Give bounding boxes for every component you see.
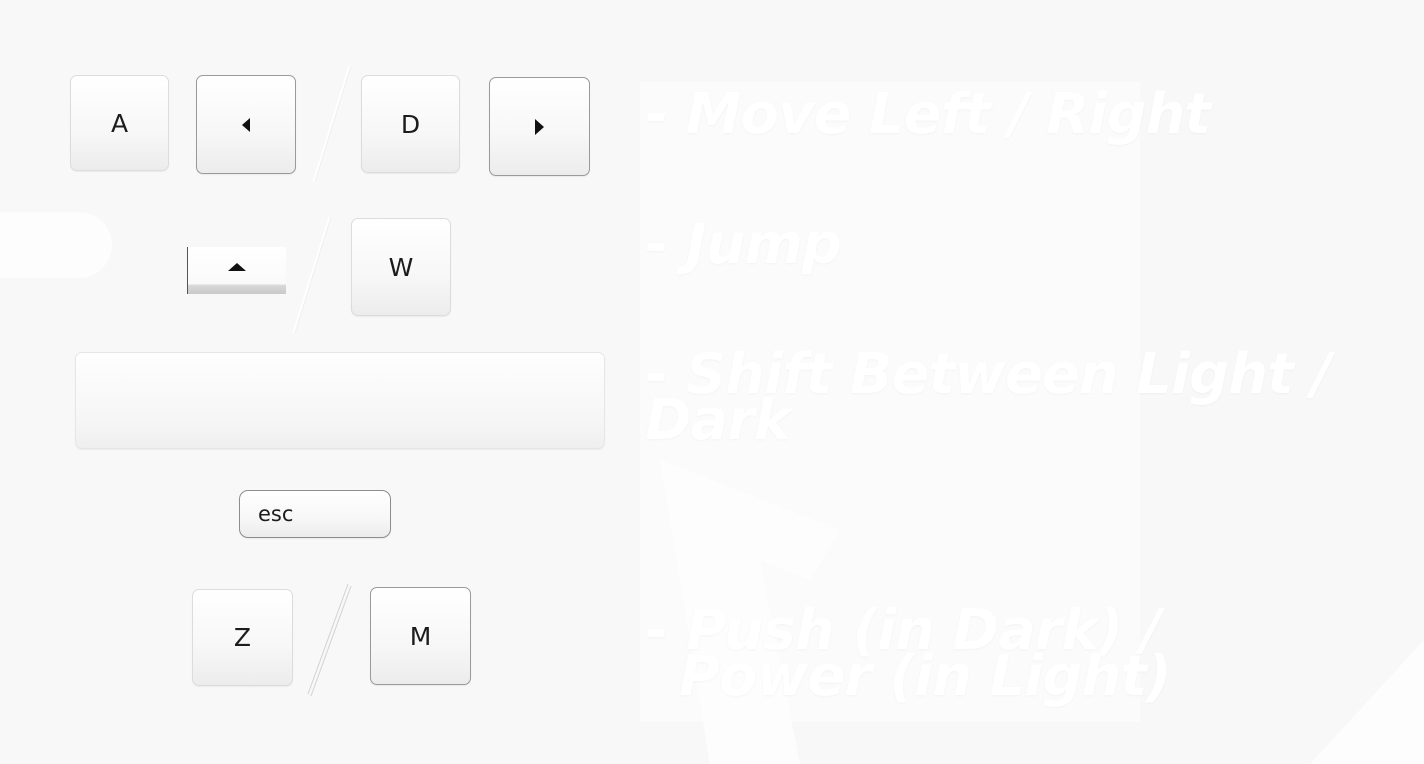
key-z[interactable]: Z (192, 589, 293, 686)
slash-icon (312, 65, 352, 183)
key-m-label: M (409, 621, 432, 651)
key-z-label: Z (233, 623, 252, 652)
key-right-arrow[interactable] (489, 77, 590, 176)
up-arrow-icon (228, 262, 246, 271)
description-move: - Move Left / Right (645, 87, 1211, 143)
slash-icon (292, 216, 332, 334)
description-action-line-2: Power (in Light) (679, 644, 1172, 709)
right-arrow-icon (535, 118, 544, 135)
key-up-arrow[interactable] (187, 247, 286, 294)
key-esc[interactable]: esc (239, 490, 391, 538)
slash-icon (307, 583, 352, 697)
key-d-label: D (400, 109, 421, 139)
description-action: - Push (in Dark) / Power (in Light) (645, 603, 1172, 709)
key-w[interactable]: W (351, 218, 451, 316)
description-jump: - Jump (645, 217, 842, 273)
description-jump-text: - Jump (645, 212, 842, 277)
description-move-text: - Move Left / Right (645, 82, 1211, 147)
key-m[interactable]: M (370, 587, 471, 685)
key-left-arrow[interactable] (196, 75, 296, 174)
description-shift: - Shift Between Light / Dark (645, 347, 1332, 449)
key-d[interactable]: D (361, 75, 460, 173)
key-a-label: A (110, 108, 129, 138)
key-w-label: W (388, 252, 414, 282)
background-blob (0, 212, 112, 278)
left-arrow-icon (242, 117, 250, 132)
key-esc-label: esc (258, 501, 294, 526)
key-space[interactable] (75, 352, 605, 449)
key-a[interactable]: A (70, 75, 169, 171)
